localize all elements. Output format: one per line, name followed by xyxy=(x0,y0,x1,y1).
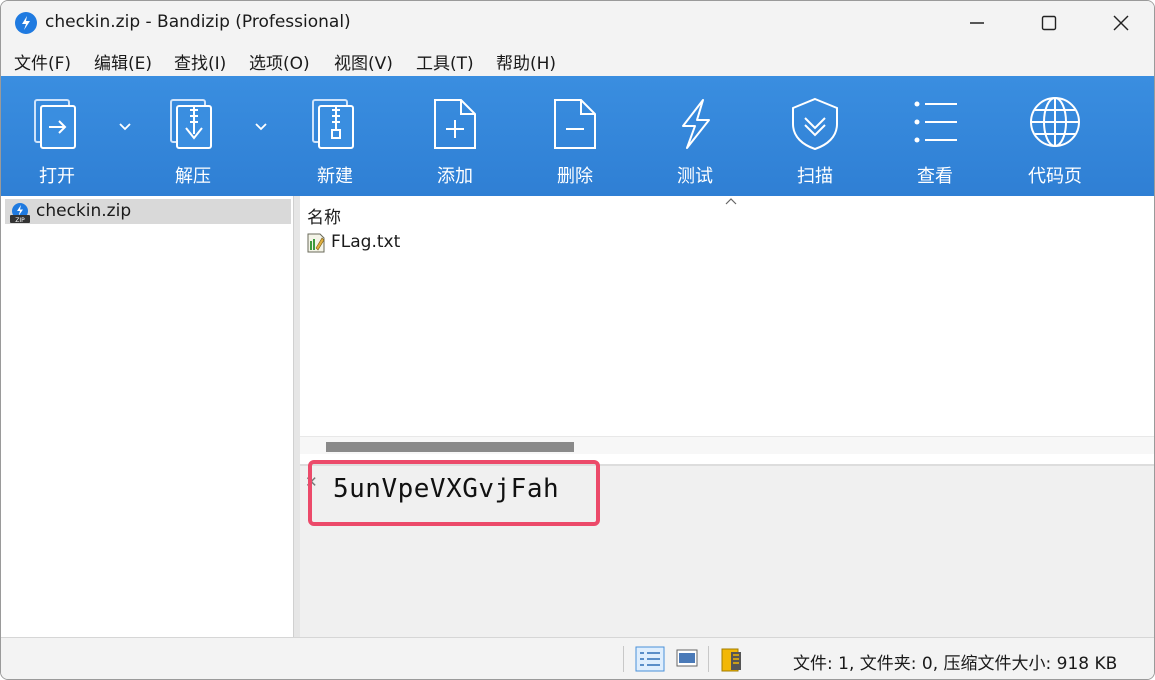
status-summary: 文件: 1, 文件夹: 0, 压缩文件大小: 918 KB xyxy=(793,654,1118,674)
open-label: 打开 xyxy=(39,166,75,187)
minimize-button[interactable] xyxy=(941,1,1013,45)
menu-file[interactable]: 文件(F) xyxy=(14,49,71,74)
menu-options[interactable]: 选项(O) xyxy=(249,49,310,74)
delete-button[interactable]: 删除 xyxy=(520,76,630,196)
bandizip-logo-icon xyxy=(15,12,37,34)
scrollbar-thumb[interactable] xyxy=(326,442,574,452)
extract-dropdown-chevron-down-icon[interactable] xyxy=(251,116,271,136)
test-button[interactable]: 测试 xyxy=(640,76,750,196)
tree-item-archive[interactable]: ZIP checkin.zip xyxy=(5,199,291,224)
column-header-name[interactable]: 名称 xyxy=(307,203,341,228)
window-title: checkin.zip - Bandizip (Professional) xyxy=(45,12,351,32)
file-name: FLag.txt xyxy=(331,232,401,252)
new-archive-icon xyxy=(312,99,354,149)
lightning-icon xyxy=(682,99,710,149)
close-button[interactable] xyxy=(1085,1,1154,45)
folder-tree: ZIP checkin.zip xyxy=(1,196,293,637)
file-row[interactable]: FLag.txt xyxy=(305,231,705,255)
codepage-label: 代码页 xyxy=(1028,166,1082,187)
add-file-icon xyxy=(434,99,476,149)
status-separator xyxy=(708,646,709,672)
menu-bar: 文件(F) 编辑(E) 查找(I) 选项(O) 视图(V) 工具(T) 帮助(H… xyxy=(1,45,1154,76)
extract-button[interactable]: 解压 xyxy=(138,76,248,196)
app-window: checkin.zip - Bandizip (Professional) 文件… xyxy=(0,0,1155,680)
menu-view[interactable]: 视图(V) xyxy=(334,49,393,74)
new-archive-button[interactable]: 新建 xyxy=(280,76,390,196)
svg-text:ZIP: ZIP xyxy=(15,217,25,223)
highlight-box xyxy=(308,460,600,526)
title-bar: checkin.zip - Bandizip (Professional) xyxy=(1,1,1154,45)
status-separator xyxy=(623,646,624,672)
add-button[interactable]: 添加 xyxy=(400,76,510,196)
view-button[interactable]: 查看 xyxy=(880,76,990,196)
comment-pane: ✕ 5unVpeVXGvjFah xyxy=(300,460,1154,637)
new-label: 新建 xyxy=(317,166,353,187)
extract-icon xyxy=(170,99,212,149)
details-view-icon[interactable] xyxy=(635,646,665,672)
open-button[interactable]: 打开 xyxy=(2,76,112,196)
archive-info-icon[interactable] xyxy=(719,646,745,674)
scan-label: 扫描 xyxy=(797,166,833,187)
globe-icon xyxy=(1030,97,1080,147)
scan-button[interactable]: 扫描 xyxy=(760,76,870,196)
open-icon xyxy=(34,99,76,149)
menu-tools[interactable]: 工具(T) xyxy=(416,49,474,74)
list-icon xyxy=(914,101,957,143)
codepage-button[interactable]: 代码页 xyxy=(1000,76,1110,196)
horizontal-scrollbar[interactable] xyxy=(300,436,1154,454)
menu-edit[interactable]: 编辑(E) xyxy=(94,49,152,74)
maximize-button[interactable] xyxy=(1013,1,1085,45)
add-label: 添加 xyxy=(437,166,473,187)
text-file-icon xyxy=(307,233,325,253)
pane-splitter[interactable] xyxy=(293,196,300,637)
status-bar: 文件: 1, 文件夹: 0, 压缩文件大小: 918 KB xyxy=(1,637,1154,679)
preview-view-icon[interactable] xyxy=(675,646,699,672)
close-icon xyxy=(1113,15,1129,31)
tree-item-label: checkin.zip xyxy=(36,201,132,221)
menu-help[interactable]: 帮助(H) xyxy=(496,49,556,74)
delete-label: 删除 xyxy=(557,166,593,187)
menu-find[interactable]: 查找(I) xyxy=(174,49,226,74)
sort-ascending-icon xyxy=(725,198,737,205)
shield-icon xyxy=(792,97,838,151)
file-list: 名称 FLag.txt xyxy=(300,196,1154,464)
open-dropdown-chevron-down-icon[interactable] xyxy=(115,116,135,136)
test-label: 测试 xyxy=(677,166,713,187)
extract-label: 解压 xyxy=(175,166,211,187)
toolbar: 打开 解压 新建 添加 删除 测试 扫描 查看 代码页 xyxy=(1,76,1154,196)
zip-archive-icon: ZIP xyxy=(10,203,30,223)
maximize-icon xyxy=(1041,15,1057,31)
remove-file-icon xyxy=(554,99,596,149)
view-label: 查看 xyxy=(917,166,953,187)
minimize-icon xyxy=(970,22,984,24)
